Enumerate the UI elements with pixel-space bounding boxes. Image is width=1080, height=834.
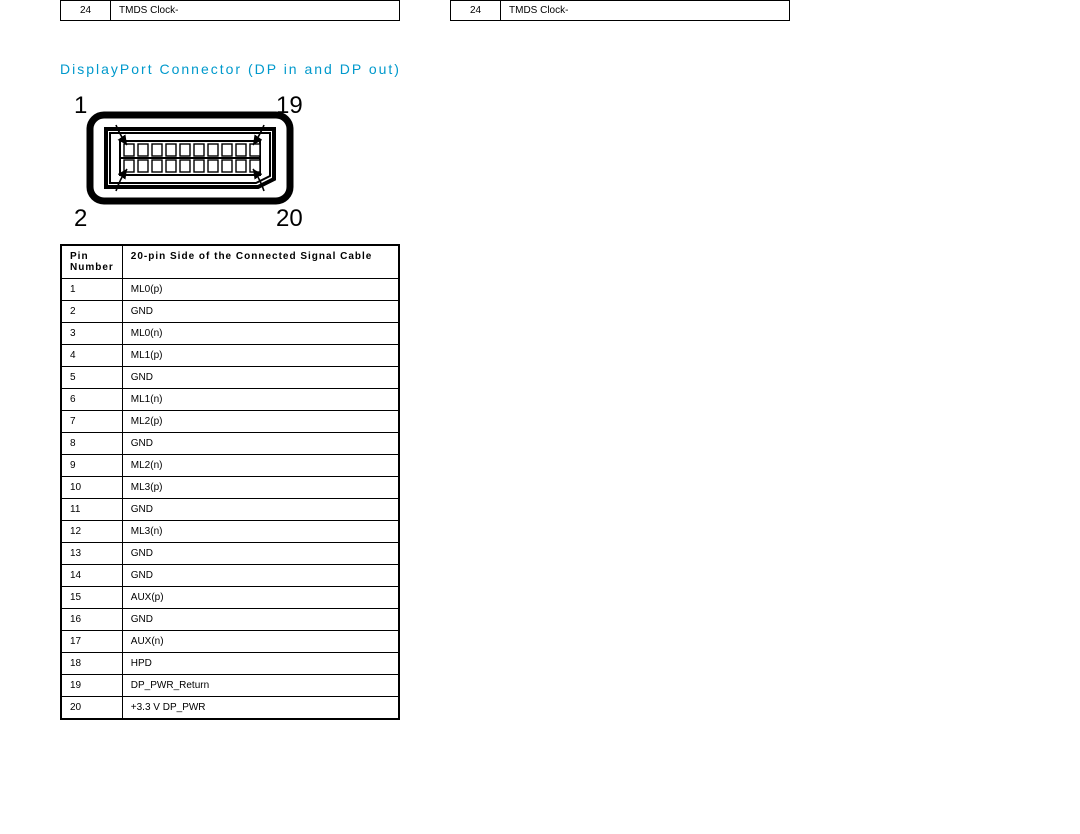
table-row: 14GND [61, 565, 399, 587]
table-row: 20+3.3 V DP_PWR [61, 697, 399, 720]
table-row: 15AUX(p) [61, 587, 399, 609]
table-row: 6ML1(n) [61, 389, 399, 411]
table-row: 12ML3(n) [61, 521, 399, 543]
signal-cell: ML0(n) [122, 323, 399, 345]
table-row: 8GND [61, 433, 399, 455]
pin-cell: 18 [61, 653, 122, 675]
table-row: 13GND [61, 543, 399, 565]
table-row: 10ML3(p) [61, 477, 399, 499]
signal-cell: ML3(p) [122, 477, 399, 499]
table-row: 4ML1(p) [61, 345, 399, 367]
signal-cell: TMDS Clock- [501, 1, 790, 21]
pin-cell: 19 [61, 675, 122, 697]
signal-cell: GND [122, 499, 399, 521]
signal-cell: ML3(n) [122, 521, 399, 543]
signal-cell: DP_PWR_Return [122, 675, 399, 697]
col-header-pin: Pin Number [61, 245, 122, 279]
signal-cell: HPD [122, 653, 399, 675]
signal-cell: ML2(n) [122, 455, 399, 477]
top-row-tables: 24 TMDS Clock- 24 TMDS Clock- [60, 0, 1020, 21]
signal-cell: AUX(p) [122, 587, 399, 609]
signal-cell: +3.3 V DP_PWR [122, 697, 399, 720]
table-row: 5GND [61, 367, 399, 389]
signal-cell: ML2(p) [122, 411, 399, 433]
table-row: 3ML0(n) [61, 323, 399, 345]
pin-label-1: 1 [74, 92, 87, 119]
pin-cell: 3 [61, 323, 122, 345]
pin-cell: 13 [61, 543, 122, 565]
pin-cell: 14 [61, 565, 122, 587]
pin-cell: 12 [61, 521, 122, 543]
mini-table-left: 24 TMDS Clock- [60, 0, 400, 21]
table-row: 7ML2(p) [61, 411, 399, 433]
pin-label-20: 20 [276, 205, 303, 231]
signal-cell: GND [122, 565, 399, 587]
pin-cell: 6 [61, 389, 122, 411]
pin-assignment-table: Pin Number 20-pin Side of the Connected … [60, 244, 400, 720]
signal-cell: GND [122, 609, 399, 631]
pin-cell: 16 [61, 609, 122, 631]
col-header-signal: 20-pin Side of the Connected Signal Cabl… [122, 245, 399, 279]
table-row: 16GND [61, 609, 399, 631]
mini-table-right: 24 TMDS Clock- [450, 0, 790, 21]
table-row: 9ML2(n) [61, 455, 399, 477]
page-content: 24 TMDS Clock- 24 TMDS Clock- DisplayPor… [0, 0, 1080, 760]
signal-cell: ML0(p) [122, 279, 399, 301]
signal-cell: GND [122, 543, 399, 565]
pin-cell: 9 [61, 455, 122, 477]
pin-cell: 20 [61, 697, 122, 720]
section-heading-displayport: DisplayPort Connector (DP in and DP out) [60, 61, 1020, 77]
table-row: 17AUX(n) [61, 631, 399, 653]
table-row: 18HPD [61, 653, 399, 675]
pin-cell: 24 [451, 1, 501, 21]
table-header-row: Pin Number 20-pin Side of the Connected … [61, 245, 399, 279]
table-row: 19DP_PWR_Return [61, 675, 399, 697]
table-row: 11GND [61, 499, 399, 521]
signal-cell: TMDS Clock- [111, 1, 400, 21]
pin-cell: 10 [61, 477, 122, 499]
pin-cell: 7 [61, 411, 122, 433]
signal-cell: GND [122, 301, 399, 323]
signal-cell: GND [122, 433, 399, 455]
pin-cell: 8 [61, 433, 122, 455]
pin-table-body: 1ML0(p)2GND3ML0(n)4ML1(p)5GND6ML1(n)7ML2… [61, 279, 399, 720]
pin-label-2: 2 [74, 205, 87, 231]
pin-cell: 24 [61, 1, 111, 21]
signal-cell: ML1(n) [122, 389, 399, 411]
signal-cell: AUX(n) [122, 631, 399, 653]
pin-cell: 11 [61, 499, 122, 521]
pin-cell: 5 [61, 367, 122, 389]
table-row: 24 TMDS Clock- [61, 1, 400, 21]
pin-cell: 17 [61, 631, 122, 653]
signal-cell: GND [122, 367, 399, 389]
signal-cell: ML1(p) [122, 345, 399, 367]
pin-cell: 2 [61, 301, 122, 323]
pin-cell: 1 [61, 279, 122, 301]
table-row: 24 TMDS Clock- [451, 1, 790, 21]
pin-cell: 15 [61, 587, 122, 609]
connector-diagram: 1 19 2 20 [60, 91, 1020, 234]
pin-cell: 4 [61, 345, 122, 367]
table-row: 2GND [61, 301, 399, 323]
table-row: 1ML0(p) [61, 279, 399, 301]
